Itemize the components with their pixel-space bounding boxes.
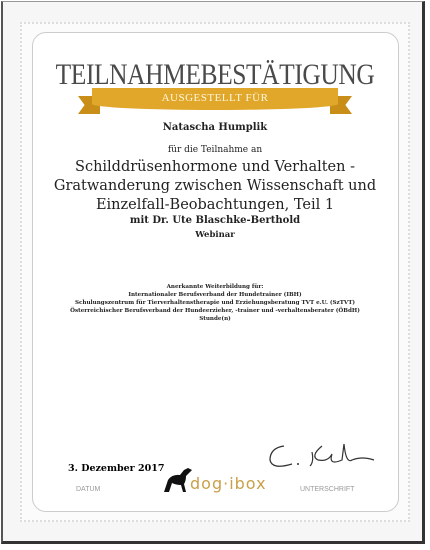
- recognition-line: Internationaler Berufsverband der Hundet…: [128, 292, 302, 298]
- ribbon-text: AUSGESTELLT FÜR: [161, 92, 269, 104]
- intro-text: für die Teilnahme an: [167, 145, 263, 155]
- course-line: Gratwanderung zwischen Wissenschaft und: [53, 178, 377, 194]
- course-line: Einzelfall-Beobachtungen, Teil 1: [95, 197, 335, 213]
- format: Webinar: [195, 230, 235, 240]
- course-line: Schilddrüsenhormone und Verhalten -: [75, 159, 355, 175]
- course-title: Schilddrüsenhormone und Verhalten - Grat…: [0, 158, 430, 215]
- recognition-line: Stunde(n): [199, 316, 231, 322]
- signature-label: UNTERSCHRIFT: [300, 486, 355, 493]
- issue-date: 3. Dezember 2017: [68, 463, 165, 474]
- instructor: mit Dr. Ute Blaschke-Berthold: [129, 215, 301, 226]
- recipient-name: Natascha Humplik: [162, 122, 268, 133]
- signature-image: [269, 443, 375, 467]
- date-label: DATUM: [76, 486, 101, 493]
- recognition-block: Anerkannte Weiterbildung für: Internatio…: [0, 283, 430, 323]
- recognition-line: Österreichischer Berufsverband der Hunde…: [70, 308, 360, 314]
- logo-text: dog·ibox: [190, 474, 267, 493]
- certificate-title: TEILNAHMEBESTÄTIGUNG: [55, 58, 375, 91]
- recognition-line: Schulungszentrum für Tierverhaltensthera…: [74, 300, 356, 306]
- recognition-line: Anerkannte Weiterbildung für:: [166, 284, 264, 290]
